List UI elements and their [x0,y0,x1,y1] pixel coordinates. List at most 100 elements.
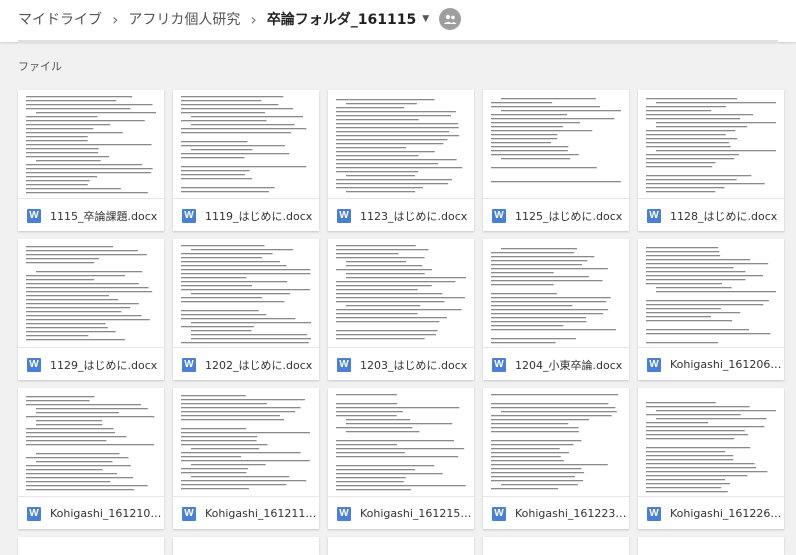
preview-text-line [646,320,733,322]
breadcrumb-my-drive[interactable]: マイドライブ [18,9,102,29]
preview-text-line [491,126,563,128]
file-tile[interactable]: W 1204_小東卒論.docx [483,239,629,380]
file-tile-partial[interactable] [173,537,319,555]
file-title-row[interactable]: W 1125_はじめに.docx [483,199,629,231]
preview-text-line [26,188,121,190]
file-thumbnail[interactable] [18,90,164,199]
file-thumbnail[interactable] [18,388,164,497]
file-tile[interactable]: W 1119_はじめに.docx [173,90,319,231]
caret-down-icon[interactable]: ▼ [422,14,429,24]
file-thumbnail[interactable] [483,239,629,348]
file-title-row[interactable]: W 1129_はじめに.docx [18,348,164,380]
file-title-row[interactable]: W 1202_はじめに.docx [173,348,319,380]
preview-text-line [336,317,447,319]
preview-text-line [26,396,95,398]
file-thumbnail[interactable] [483,388,629,497]
preview-text-line [191,149,253,151]
file-tile[interactable]: W 1115_卒論課題.docx [18,90,164,231]
preview-text-line [646,247,719,249]
preview-text-line [491,338,576,340]
preview-text-line [646,422,709,424]
preview-text-line [336,448,465,450]
file-tile[interactable]: W Kohigashi_161210.d... [18,388,164,529]
file-tile[interactable]: W 1128_はじめに.docx [638,90,784,231]
file-title-row[interactable]: W Kohigashi_161215.d... [328,497,474,529]
file-title-row[interactable]: W Kohigashi_161223.d... [483,497,629,529]
file-tile[interactable]: W 1123_はじめに.docx [328,90,474,231]
preview-text-line [336,167,463,169]
preview-text-line [646,187,725,189]
preview-text-line [646,267,734,269]
shared-folder-icon[interactable] [439,8,462,30]
preview-text-line [181,432,311,434]
file-thumbnail[interactable] [328,90,474,199]
file-title-row[interactable]: W 1204_小東卒論.docx [483,348,629,380]
file-tile[interactable]: W 1129_はじめに.docx [18,239,164,380]
file-thumbnail[interactable] [638,388,784,497]
file-thumbnail[interactable] [173,388,319,497]
file-thumbnail[interactable] [173,239,319,348]
file-title-row[interactable]: W Kohigashi_161206.d... [638,348,784,380]
file-tile[interactable]: W Kohigashi_161211_3... [173,388,319,529]
preview-text-line [646,414,741,416]
file-tile-partial[interactable] [483,537,629,555]
preview-text-line [656,102,776,104]
preview-text-line [181,314,267,316]
preview-text-line [336,163,439,165]
file-thumbnail[interactable] [18,239,164,348]
preview-text-line [646,114,754,116]
file-thumbnail[interactable] [638,239,784,348]
file-tile[interactable]: W Kohigashi_161215.d... [328,388,474,529]
file-title-row[interactable]: W Kohigashi_161211_3... [173,497,319,529]
preview-text-line [26,311,122,313]
preview-text-line [336,321,440,323]
file-tile[interactable]: W 1203_はじめに.docx [328,239,474,380]
file-tile[interactable]: W 1125_はじめに.docx [483,90,629,231]
preview-text-line [491,268,608,270]
preview-text-line [26,192,148,194]
preview-text-line [646,259,751,261]
file-title-row[interactable]: W Kohigashi_161226_2... [638,497,784,529]
preview-text-line [181,145,285,147]
preview-text-line [26,327,108,329]
file-title-row[interactable]: W 1128_はじめに.docx [638,199,784,231]
file-title-row[interactable]: W 1115_卒論課題.docx [18,199,164,231]
preview-text-line [26,287,149,289]
preview-text-line [336,159,457,161]
preview-text-line [656,410,776,412]
file-name: 1119_はじめに.docx [205,209,313,223]
preview-text-line [491,431,579,433]
preview-text-line [181,273,311,275]
file-tile[interactable]: W Kohigashi_161206.d... [638,239,784,380]
preview-text-line [181,289,310,291]
file-thumbnail[interactable] [328,388,474,497]
preview-text-line [646,308,721,310]
preview-text-line [491,452,570,454]
file-thumbnail[interactable] [328,239,474,348]
file-tile[interactable]: W Kohigashi_161226_2... [638,388,784,529]
file-thumbnail[interactable] [173,90,319,199]
file-title-row[interactable]: W 1119_はじめに.docx [173,199,319,231]
preview-text-line [181,187,275,189]
breadcrumb-parent-folder[interactable]: アフリカ個人研究 [128,9,240,29]
file-tile-partial[interactable] [638,537,784,555]
file-title-row[interactable]: W 1123_はじめに.docx [328,199,474,231]
file-thumbnail[interactable] [483,90,629,199]
preview-text-line [491,142,552,144]
preview-text-line [26,180,90,182]
file-title-row[interactable]: W Kohigashi_161210.d... [18,497,164,529]
preview-text-line [181,285,252,287]
preview-text-line [181,170,250,172]
horizontal-scrollbar[interactable] [18,40,778,43]
preview-text-line [491,280,603,282]
file-tile[interactable]: W 1202_はじめに.docx [173,239,319,380]
file-thumbnail[interactable] [638,90,784,199]
preview-text-line [336,99,435,101]
breadcrumb-current-folder[interactable]: 卒論フォルダ_161115 [267,9,416,29]
file-tile[interactable]: W Kohigashi_161223.d... [483,388,629,529]
file-tile-partial[interactable] [328,537,474,555]
preview-text-line [181,436,258,438]
file-title-row[interactable]: W 1203_はじめに.docx [328,348,474,380]
file-name: 1128_はじめに.docx [670,209,778,223]
file-tile-partial[interactable] [18,537,164,555]
